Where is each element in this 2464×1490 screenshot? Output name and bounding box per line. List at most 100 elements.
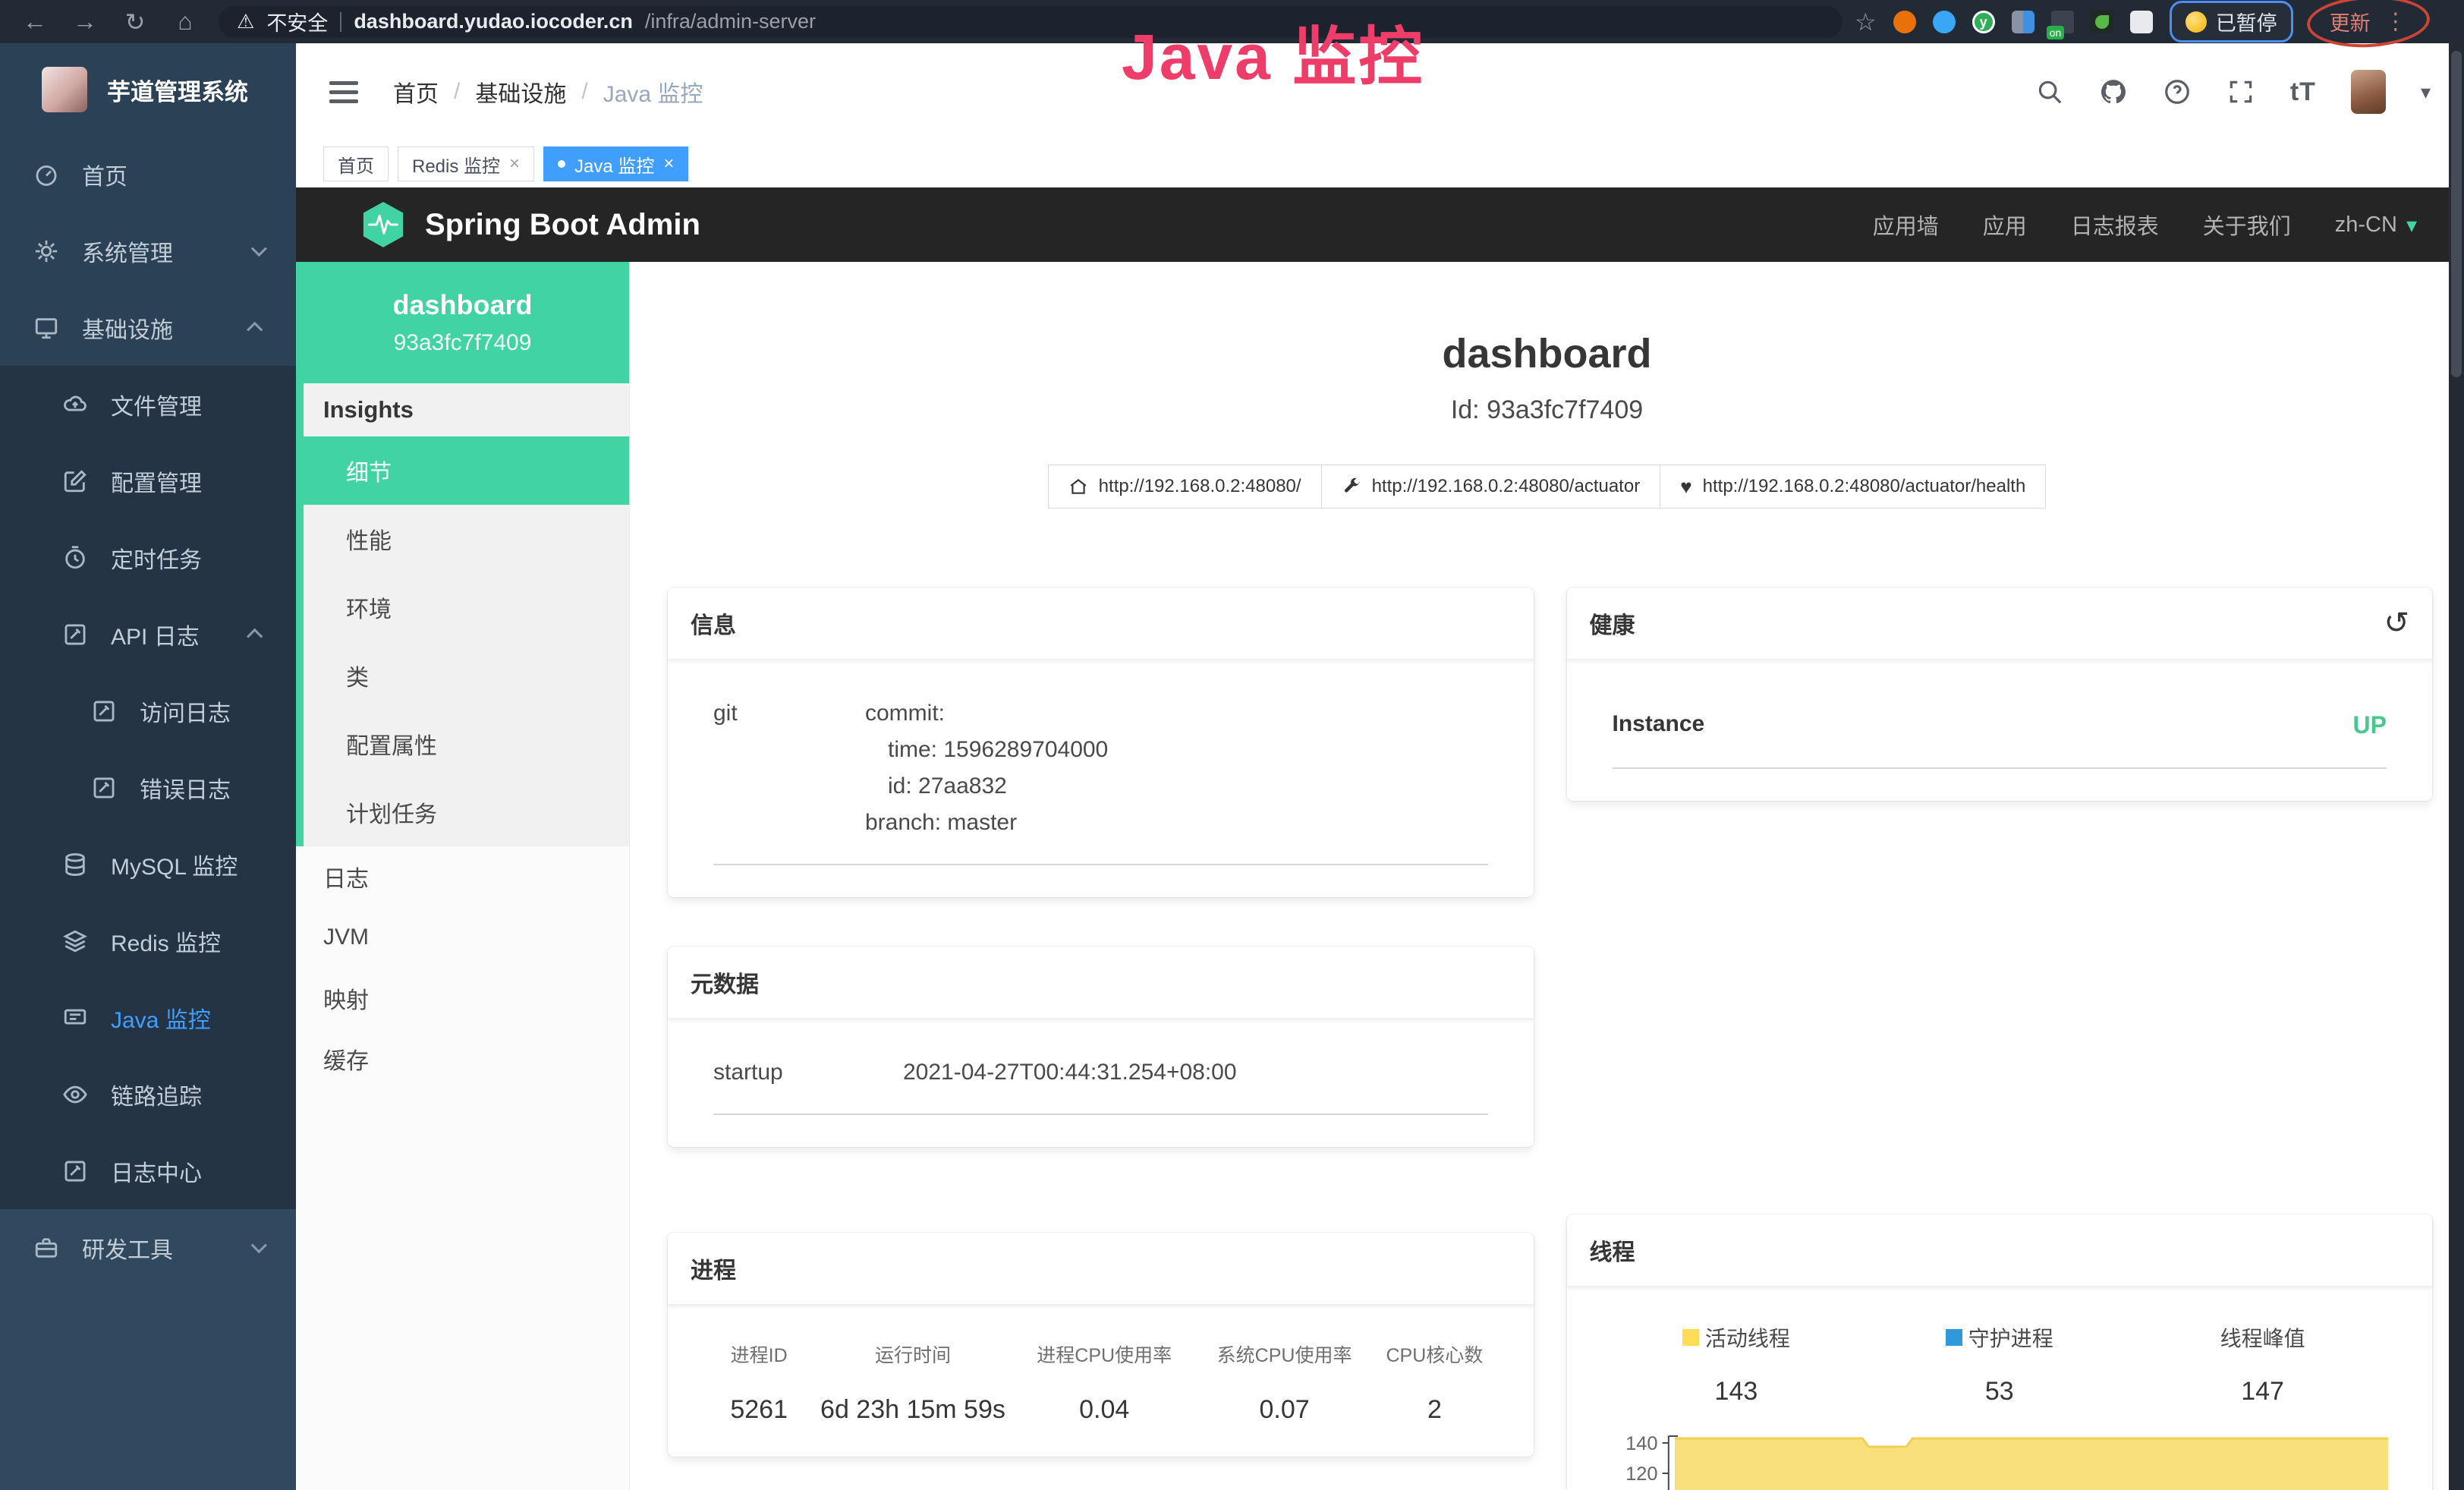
sba-item-metrics[interactable]: 性能 (304, 505, 629, 573)
history-icon[interactable]: ↺ (2384, 608, 2409, 638)
profile-emoji-icon (2186, 11, 2207, 33)
sidebar-item-access-log[interactable]: 访问日志 (0, 673, 296, 749)
page-scrollbar[interactable] (2449, 43, 2464, 1490)
gear-icon (33, 238, 59, 264)
sidebar-item-files[interactable]: 文件管理 (0, 366, 296, 443)
database-icon (62, 852, 88, 877)
sba-item-scheduled-tasks[interactable]: 计划任务 (304, 778, 629, 846)
reload-icon[interactable]: ↻ (114, 8, 156, 36)
edit-icon (62, 468, 88, 494)
extension-icon-5[interactable] (2051, 11, 2074, 33)
sidebar-item-redis[interactable]: Redis 监控 (0, 903, 296, 979)
bookmark-star-icon[interactable]: ☆ (1855, 8, 1877, 36)
back-icon[interactable]: ← (14, 8, 56, 36)
sba-item-caches[interactable]: 缓存 (296, 1029, 629, 1089)
breadcrumb-home[interactable]: 首页 (393, 75, 439, 109)
sba-item-config-props[interactable]: 配置属性 (304, 710, 629, 778)
sba-item-mappings[interactable]: 映射 (296, 968, 629, 1029)
tab-redis-monitor[interactable]: Redis 监控 × (398, 146, 534, 181)
sidebar-item-tracing[interactable]: 链路追踪 (0, 1056, 296, 1132)
card-title: 线程 (1590, 1233, 1635, 1267)
help-icon[interactable] (2163, 77, 2192, 106)
sidebar-item-home[interactable]: 首页 (0, 136, 296, 213)
app-logo-row[interactable]: 芋道管理系统 (0, 43, 296, 136)
layers-icon (62, 928, 88, 954)
profile-paused-chip[interactable]: 已暂停 (2170, 1, 2293, 43)
font-size-icon[interactable]: tT (2290, 77, 2316, 107)
instance-header[interactable]: dashboard 93a3fc7f7409 (296, 262, 629, 383)
scrollbar-thumb[interactable] (2451, 51, 2462, 377)
sidebar-item-system[interactable]: 系统管理 (0, 213, 296, 289)
hamburger-icon[interactable] (329, 81, 358, 103)
extension-icon-4[interactable] (2012, 11, 2034, 33)
user-avatar[interactable] (2351, 70, 2386, 114)
sidebar-item-label: 文件管理 (111, 388, 202, 421)
service-url-button[interactable]: http://192.168.0.2:48080/ (1048, 465, 1322, 509)
sidebar-item-label: 错误日志 (140, 771, 231, 805)
url-divider (340, 12, 341, 32)
home-icon[interactable]: ⌂ (164, 8, 206, 36)
chevron-up-icon (247, 322, 263, 338)
sidebar-item-error-log[interactable]: 错误日志 (0, 749, 296, 826)
sba-nav-journal[interactable]: 日志报表 (2071, 209, 2159, 241)
url-path: /infra/admin-server (645, 10, 816, 33)
sidebar-item-devtools[interactable]: 研发工具 (0, 1209, 296, 1286)
security-label[interactable]: 不安全 (266, 7, 328, 36)
sba-item-details[interactable]: 细节 (304, 436, 629, 505)
instance-id: 93a3fc7f7409 (394, 330, 532, 356)
sidebar-item-log-center[interactable]: 日志中心 (0, 1132, 296, 1209)
sidebar-item-jobs[interactable]: 定时任务 (0, 519, 296, 596)
extensions-puzzle-icon[interactable] (2130, 11, 2153, 33)
sba-nav-applications[interactable]: 应用 (1983, 209, 2027, 241)
tab-home[interactable]: 首页 (323, 146, 389, 181)
breadcrumb-infra[interactable]: 基础设施 (475, 75, 566, 109)
live-threads-area (1674, 1438, 2387, 1490)
sidebar-item-label: Redis 监控 (111, 925, 221, 958)
val-pid: 5261 (703, 1395, 815, 1425)
process-table-header: 进程ID 运行时间 进程CPU使用率 系统CPU使用率 CPU核心数 (668, 1340, 1534, 1368)
card-grid: 信息 git commit: time: 1596289704000 id: 2… (630, 587, 2464, 1490)
sba-content: dashboard Id: 93a3fc7f7409 http://192.16… (630, 262, 2464, 1490)
update-button[interactable]: 更新 (2330, 7, 2371, 36)
sba-item-environment[interactable]: 环境 (304, 573, 629, 641)
extension-icon-1[interactable] (1893, 11, 1916, 33)
extension-icon-2[interactable] (1933, 11, 1956, 33)
sba-item-jvm[interactable]: JVM (296, 907, 629, 968)
actuator-url-button[interactable]: http://192.168.0.2:48080/actuator (1321, 465, 1661, 509)
health-url-button[interactable]: ♥ http://192.168.0.2:48080/actuator/heal… (1660, 465, 2046, 509)
fullscreen-icon[interactable] (2226, 77, 2255, 106)
forward-icon[interactable]: → (64, 8, 106, 36)
github-icon[interactable] (2099, 77, 2128, 106)
close-icon[interactable]: × (509, 155, 520, 173)
tab-java-monitor[interactable]: Java 监控 × (543, 146, 688, 181)
sidebar-item-infra[interactable]: 基础设施 (0, 289, 296, 366)
locale-selector[interactable]: zh-CN ▾ (2335, 213, 2417, 238)
active-tab-dot (558, 160, 565, 168)
sidebar-item-java-monitor[interactable]: Java 监控 (0, 979, 296, 1056)
sidebar-item-label: 配置管理 (111, 465, 202, 498)
timer-icon (62, 545, 88, 571)
update-area[interactable]: 更新 ⋮ (2310, 1, 2427, 43)
sidebar-item-label: 访问日志 (140, 695, 231, 728)
extension-icon-3[interactable]: y (1972, 11, 1995, 33)
home-icon (1068, 477, 1088, 496)
y-tick-120: 120 (1625, 1463, 1657, 1485)
sba-nav-wallboard[interactable]: 应用墙 (1873, 209, 1939, 241)
log-edit-icon (62, 622, 88, 647)
sidebar-item-config[interactable]: 配置管理 (0, 443, 296, 519)
browser-menu-icon[interactable]: ⋮ (2384, 8, 2407, 35)
avatar-caret-icon[interactable]: ▾ (2421, 80, 2431, 104)
sba-item-classes[interactable]: 类 (304, 641, 629, 710)
instance-health-row[interactable]: Instance UP (1567, 706, 2433, 745)
sidebar-item-label: 日志中心 (111, 1155, 202, 1188)
sidebar-item-mysql[interactable]: MySQL 监控 (0, 826, 296, 903)
search-icon[interactable] (2035, 77, 2064, 106)
close-icon[interactable]: × (663, 155, 674, 173)
sba-nav-about[interactable]: 关于我们 (2203, 209, 2291, 241)
threads-card-body: 活动线程 守护进程 线程峰值 (1567, 1287, 2433, 1490)
sidebar-item-api-log[interactable]: API 日志 (0, 596, 296, 673)
extension-icon-6[interactable] (2091, 11, 2113, 33)
row-divider (713, 864, 1488, 865)
sba-item-logs[interactable]: 日志 (296, 846, 629, 907)
address-bar[interactable]: ⚠ 不安全 dashboard.yudao.iocoder.cn/infra/a… (219, 6, 1842, 38)
